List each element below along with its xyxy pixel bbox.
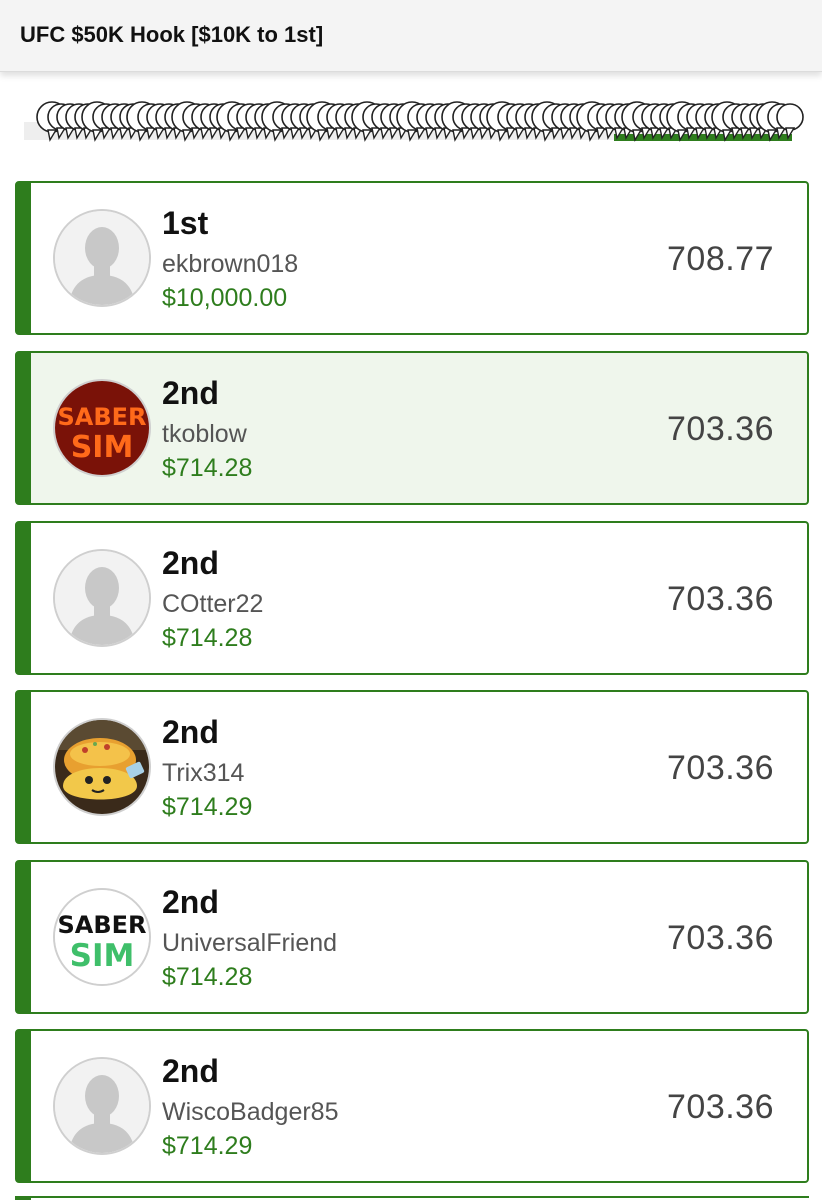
default-avatar-icon xyxy=(53,209,151,307)
fantasy-score: 703.36 xyxy=(667,580,774,618)
username: tkoblow xyxy=(162,420,247,448)
speech-bubble-icons xyxy=(36,101,804,142)
sabersim-white-logo: SABER SIM xyxy=(53,888,151,986)
position-distribution-strip[interactable] xyxy=(22,100,804,142)
username: WiscoBadger85 xyxy=(162,1098,339,1126)
rank-label: 2nd xyxy=(162,1053,219,1089)
top-bar: UFC $50K Hook [$10K to 1st] xyxy=(0,0,822,72)
rank-label: 2nd xyxy=(162,545,219,581)
taco-photo-avatar xyxy=(53,718,151,816)
leaderboard-entry[interactable]: 2nd COtter22 $714.28 703.36 xyxy=(15,521,809,675)
username: ekbrown018 xyxy=(162,250,299,278)
contest-title: UFC $50K Hook [$10K to 1st] xyxy=(20,22,324,47)
prize-amount: $714.28 xyxy=(162,454,253,482)
leaderboard-entry[interactable]: 1st ekbrown018 $10,000.00 708.77 xyxy=(15,181,809,335)
default-avatar-icon xyxy=(53,549,151,647)
svg-text:SIM: SIM xyxy=(71,430,134,465)
prize-amount: $714.29 xyxy=(162,793,253,821)
prize-amount: $10,000.00 xyxy=(162,284,288,312)
prize-amount: $714.28 xyxy=(162,624,253,652)
leaderboard-entry[interactable]: SABER SIM 2nd UniversalFriend $714.28 70… xyxy=(15,860,809,1014)
rank-label: 2nd xyxy=(162,884,219,920)
svg-text:SABER: SABER xyxy=(57,911,146,939)
svg-text:SABER: SABER xyxy=(57,403,146,431)
rank-label: 2nd xyxy=(162,375,219,411)
fantasy-score: 703.36 xyxy=(667,919,774,957)
rank-label: 1st xyxy=(162,205,209,241)
default-avatar-icon xyxy=(53,1057,151,1155)
svg-text:SIM: SIM xyxy=(70,938,135,974)
fantasy-score: 703.36 xyxy=(667,410,774,448)
fantasy-score: 708.77 xyxy=(667,240,774,278)
next-entry-edge xyxy=(15,1196,809,1200)
username: Trix314 xyxy=(162,759,245,787)
sabersim-red-logo: SABER SIM xyxy=(53,379,151,477)
username: COtter22 xyxy=(162,590,264,618)
rank-label: 2nd xyxy=(162,714,219,750)
prize-amount: $714.28 xyxy=(162,963,253,991)
fantasy-score: 703.36 xyxy=(667,749,774,787)
prize-amount: $714.29 xyxy=(162,1132,253,1160)
leaderboard-entry[interactable]: 2nd WiscoBadger85 $714.29 703.36 xyxy=(15,1029,809,1183)
fantasy-score: 703.36 xyxy=(667,1088,774,1126)
leaderboard-entry[interactable]: 2nd Trix314 $714.29 703.36 xyxy=(15,690,809,844)
leaderboard-entry[interactable]: SABER SIM 2nd tkoblow $714.28 703.36 xyxy=(15,351,809,505)
username: UniversalFriend xyxy=(162,929,338,957)
